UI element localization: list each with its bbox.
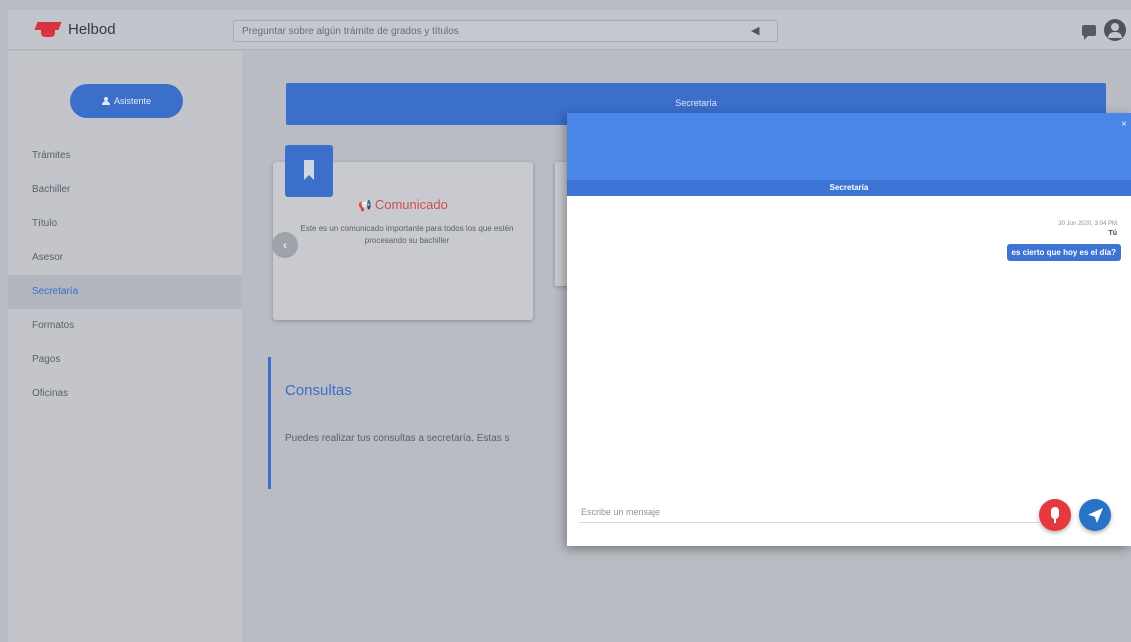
message-timestamp: 30 Jun 2020, 3:04 PM [1058,221,1117,227]
message-bubble: es cierto que hoy es el día? [1006,244,1121,261]
graduation-cap-icon [34,20,64,38]
sidebar-item-titulo[interactable]: Título [8,207,242,241]
send-message-button[interactable] [1079,499,1111,531]
message-icon[interactable] [1082,24,1096,40]
sidebar-item-pagos[interactable]: Pagos [8,343,242,377]
account-button[interactable]: Asistente [70,84,183,118]
card-title: 📢 Comunicado [272,197,534,212]
sidebar-item-formatos[interactable]: Formatos [8,309,242,343]
megaphone-icon: 📢 [358,200,372,212]
microphone-icon [1051,507,1059,519]
bookmark-icon [285,145,333,197]
sidebar: Asistente Trámites Bachiller Título Ases… [8,51,242,642]
card-text: Este es un comunicado importante para to… [300,224,514,245]
top-bar: Helbod ◀ [8,10,1131,50]
paper-plane-icon [1088,508,1103,523]
top-actions [1082,19,1126,41]
consultas-accent-bar [268,357,271,489]
user-icon [101,97,110,105]
sidebar-nav: Trámites Bachiller Título Asesor Secreta… [8,139,242,411]
chat-window: × Secretaría 30 Jun 2020, 3:04 PM Tú es … [567,113,1131,546]
search-input[interactable] [234,21,724,42]
search-bar: ◀ [233,20,778,42]
carousel-prev-button[interactable]: ‹ [272,232,298,258]
app-name: Helbod [68,20,116,38]
chat-header: × [567,113,1131,180]
card-title-text: Comunicado [374,197,448,212]
user-icon[interactable] [1104,19,1126,41]
account-label: Asistente [113,96,152,106]
send-icon[interactable]: ◀ [751,24,765,38]
message-input[interactable] [579,501,1039,523]
consultas-text: Puedes realizar tus consultas a secretar… [285,433,510,444]
sidebar-item-oficinas[interactable]: Oficinas [8,377,242,411]
close-icon[interactable]: × [1121,119,1127,130]
sidebar-item-secretaria[interactable]: Secretaría [8,275,242,309]
sidebar-item-bachiller[interactable]: Bachiller [8,173,242,207]
app-logo[interactable]: Helbod [34,20,116,38]
chat-title: Secretaría [567,180,1131,196]
message-author: Tú [1108,230,1117,237]
sidebar-item-tramites[interactable]: Trámites [8,139,242,173]
sidebar-item-asesor[interactable]: Asesor [8,241,242,275]
consultas-title: Consultas [285,382,352,399]
microphone-button[interactable] [1039,499,1071,531]
